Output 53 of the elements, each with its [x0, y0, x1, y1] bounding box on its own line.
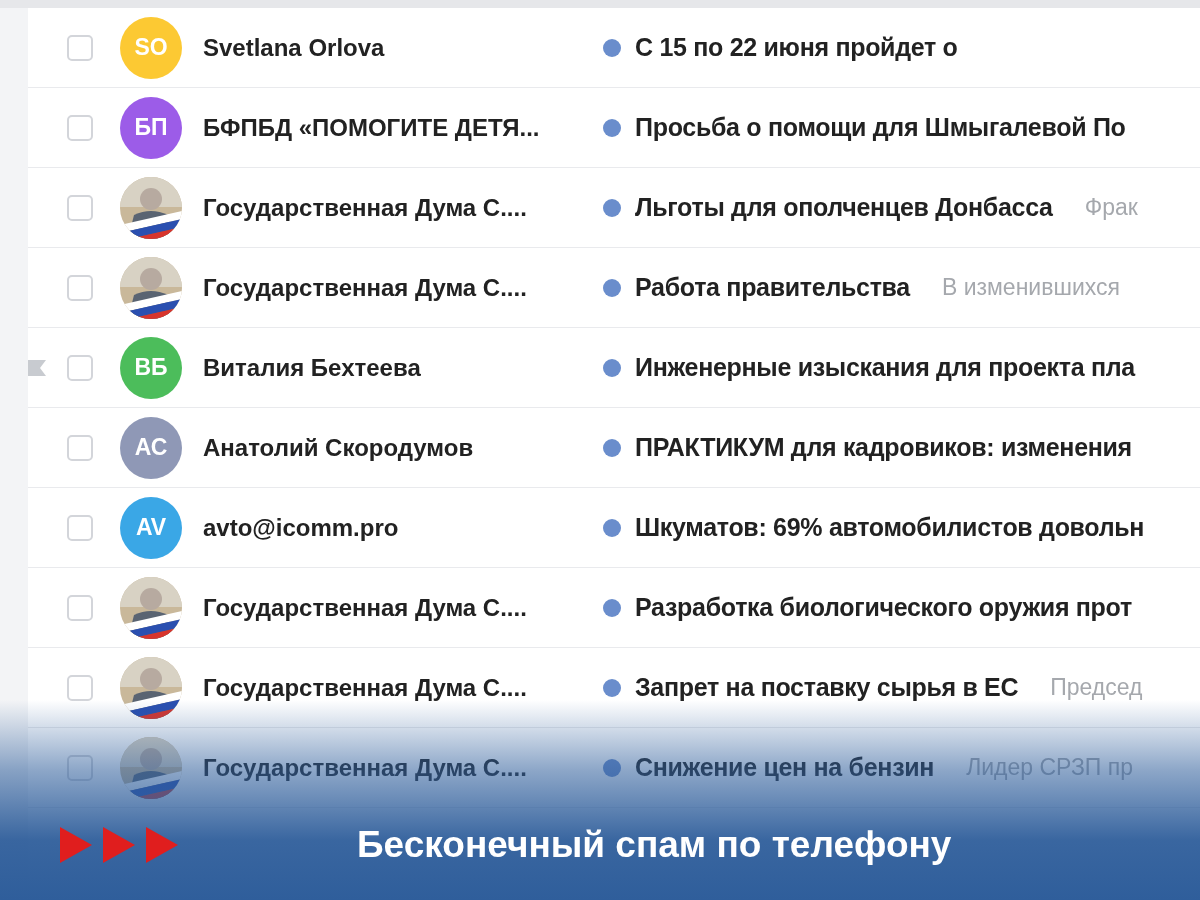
- subject: С 15 по 22 июня пройдет о: [635, 33, 958, 62]
- play-icon: [60, 827, 92, 863]
- subject: Льготы для ополченцев Донбасса: [635, 193, 1053, 222]
- unread-dot[interactable]: [603, 678, 621, 697]
- checkbox[interactable]: [67, 34, 93, 61]
- preview-text: В изменившихся: [941, 274, 1120, 301]
- subject: Работа правительства: [635, 273, 910, 302]
- checkbox[interactable]: [67, 434, 93, 461]
- subject: Снижение цен на бензин: [635, 753, 935, 782]
- unread-dot[interactable]: [603, 598, 621, 617]
- unread-dot[interactable]: [603, 198, 621, 217]
- unread-dot[interactable]: [603, 278, 621, 297]
- unread-dot[interactable]: [603, 118, 621, 137]
- avatar: SO: [120, 16, 182, 79]
- caption-text: Бесконечный спам по телефону: [357, 824, 952, 866]
- checkbox[interactable]: [67, 194, 93, 221]
- play-icon: [146, 827, 178, 863]
- checkbox[interactable]: [67, 674, 93, 701]
- avatar: АС: [120, 416, 182, 479]
- sender-name: Государственная Дума С....: [203, 593, 528, 622]
- sender-name: Государственная Дума С....: [203, 753, 528, 782]
- avatar: БП: [120, 96, 182, 159]
- checkbox[interactable]: [67, 274, 93, 301]
- preview-text: Председ: [1050, 674, 1143, 701]
- sender-name: Анатолий Скородумов: [203, 433, 475, 462]
- subject: Инженерные изыскания для проекта пла: [635, 353, 1135, 382]
- unread-dot[interactable]: [603, 358, 621, 377]
- play-icon: [103, 827, 135, 863]
- unread-dot[interactable]: [603, 38, 621, 57]
- sender-name: Государственная Дума С....: [203, 673, 528, 702]
- preview-text: Фрак: [1084, 194, 1138, 221]
- subject: ПРАКТИКУМ для кадровиков: изменения: [635, 433, 1132, 462]
- avatar: ВБ: [120, 336, 182, 399]
- sender-name: БФПБД «ПОМОГИТЕ ДЕТЯ...: [203, 113, 541, 142]
- subject: Просьба о помощи для Шмыгалевой По: [635, 113, 1126, 142]
- checkbox[interactable]: [67, 514, 93, 541]
- subject: Запрет на поставку сырья в ЕС: [635, 673, 1019, 702]
- unread-dot[interactable]: [603, 758, 621, 777]
- unread-dot[interactable]: [603, 518, 621, 537]
- sender-name: Виталия Бехтеева: [203, 353, 422, 382]
- flag-icon[interactable]: [28, 359, 46, 376]
- avatar: AV: [120, 496, 182, 559]
- sender-name: Государственная Дума С....: [203, 193, 528, 222]
- checkbox[interactable]: [67, 354, 93, 381]
- sender-name: Svetlana Orlova: [203, 33, 386, 62]
- sender-name: Государственная Дума С....: [203, 273, 528, 302]
- subject: Шкуматов: 69% автомобилистов довольн: [635, 513, 1145, 542]
- checkbox[interactable]: [67, 754, 93, 781]
- subject: Разработка биологического оружия прот: [635, 593, 1132, 622]
- unread-dot[interactable]: [603, 438, 621, 457]
- checkbox[interactable]: [67, 114, 93, 141]
- sender-name: avto@icomm.pro: [203, 513, 400, 542]
- checkbox[interactable]: [67, 594, 93, 621]
